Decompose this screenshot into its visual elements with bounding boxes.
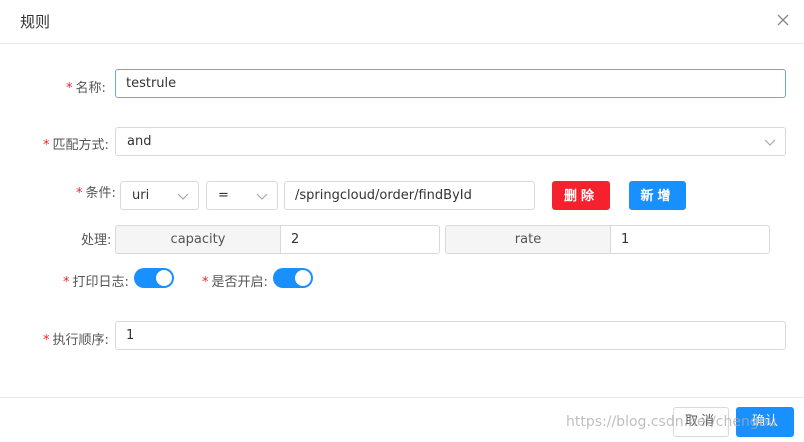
match-mode-value: and xyxy=(127,134,152,149)
switch-knob xyxy=(295,270,311,286)
param-type-value: uri xyxy=(132,188,150,203)
watermark-text: https://blog.csdn.net/chengbu xyxy=(566,414,777,430)
match-mode-select[interactable]: and xyxy=(115,127,786,156)
chevron-down-icon xyxy=(177,190,189,202)
modal-title: 规则 xyxy=(20,13,51,31)
chevron-down-icon xyxy=(256,190,268,202)
operator-value: = xyxy=(218,188,229,203)
enabled-switch[interactable] xyxy=(273,268,313,288)
modal-header: 规则 xyxy=(0,0,804,44)
log-switch[interactable] xyxy=(134,268,174,288)
order-label: * 执行顺序: xyxy=(43,333,109,348)
chevron-down-icon xyxy=(764,136,776,148)
close-icon[interactable] xyxy=(774,11,792,29)
required-mark: * xyxy=(43,138,50,153)
required-mark: * xyxy=(76,186,83,201)
name-input[interactable]: testrule xyxy=(115,69,786,98)
condition-value-input[interactable]: /springcloud/order/findById xyxy=(284,181,535,210)
required-mark: * xyxy=(202,275,209,290)
handle-value-rate[interactable]: 1 xyxy=(611,225,770,254)
required-mark: * xyxy=(43,333,50,348)
required-mark: * xyxy=(63,275,70,290)
param-type-select[interactable]: uri xyxy=(120,181,199,210)
switch-knob xyxy=(156,270,172,286)
delete-button[interactable]: 删除 xyxy=(552,181,610,210)
add-button[interactable]: 新增 xyxy=(629,181,686,210)
match-mode-label: * 匹配方式: xyxy=(43,138,109,153)
handle-value-capacity[interactable]: 2 xyxy=(281,225,440,254)
log-label: * 打印日志: xyxy=(63,275,129,290)
enabled-label: * 是否开启: xyxy=(202,275,268,290)
handle-key-rate: rate xyxy=(445,225,611,254)
handle-key-capacity: capacity xyxy=(115,225,281,254)
operator-select[interactable]: = xyxy=(206,181,278,210)
handle-label: 处理: xyxy=(81,233,112,248)
condition-label: * 条件: xyxy=(76,186,116,201)
order-input[interactable]: 1 xyxy=(115,321,786,350)
name-label: * 名称: xyxy=(66,81,106,96)
required-mark: * xyxy=(66,81,73,96)
